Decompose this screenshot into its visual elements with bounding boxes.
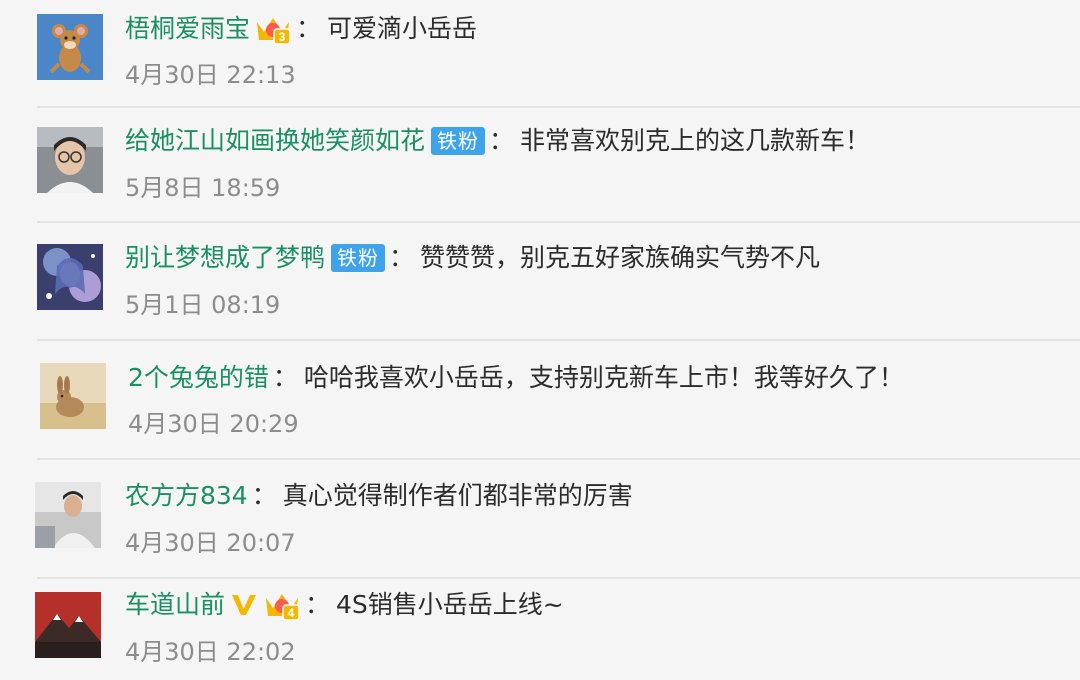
crown-badge-icon: 3 — [254, 12, 292, 46]
username[interactable]: 给她江山如画换她笑颜如花 — [125, 125, 425, 157]
divider — [37, 458, 1080, 460]
comment-time: 4月30日 20:07 — [125, 529, 296, 557]
username[interactable]: 农方方834 — [125, 480, 248, 512]
divider — [37, 577, 1080, 579]
avatar[interactable] — [40, 363, 106, 429]
avatar[interactable] — [37, 127, 103, 193]
colon: ： — [251, 481, 277, 510]
username[interactable]: 2个兔兔的错 — [128, 362, 269, 394]
comment-time: 4月30日 22:13 — [125, 61, 296, 89]
divider — [37, 106, 1080, 108]
comment-time: 4月30日 20:29 — [128, 410, 299, 438]
avatar[interactable] — [35, 592, 101, 658]
comment-text: 可爱滴小岳岳 — [327, 14, 478, 43]
comment-text: 非常喜欢别克上的这几款新车！ — [520, 126, 871, 155]
comment-time: 5月1日 08:19 — [125, 291, 281, 319]
iron-fan-badge: 铁粉 — [331, 244, 386, 272]
avatar[interactable] — [35, 482, 101, 548]
crown-level: 3 — [279, 30, 286, 44]
colon: ： — [272, 363, 298, 392]
verified-v-icon — [229, 590, 259, 620]
colon: ： — [296, 14, 322, 43]
comment-text: 4S销售小岳岳上线~ — [336, 590, 564, 619]
avatar[interactable] — [37, 244, 103, 310]
comment-time: 5月8日 18:59 — [125, 174, 281, 202]
crown-badge-icon: 4 — [263, 588, 301, 622]
colon: ： — [489, 126, 515, 155]
colon: ： — [305, 590, 331, 619]
divider — [37, 221, 1080, 223]
avatar[interactable] — [37, 14, 103, 80]
username[interactable]: 梧桐爱雨宝 — [125, 13, 250, 45]
crown-level: 4 — [288, 606, 295, 620]
comment-text: 真心觉得制作者们都非常的厉害 — [282, 481, 633, 510]
comment-text: 哈哈我喜欢小岳岳，支持别克新车上市！我等好久了！ — [303, 363, 904, 392]
colon: ： — [389, 243, 415, 272]
username[interactable]: 车道山前 — [125, 589, 225, 621]
iron-fan-badge: 铁粉 — [431, 127, 486, 155]
comment-text: 赞赞赞，别克五好家族确实气势不凡 — [420, 243, 821, 272]
comment-time: 4月30日 22:02 — [125, 638, 296, 666]
username[interactable]: 别让梦想成了梦鸭 — [125, 242, 325, 274]
divider — [37, 339, 1080, 341]
